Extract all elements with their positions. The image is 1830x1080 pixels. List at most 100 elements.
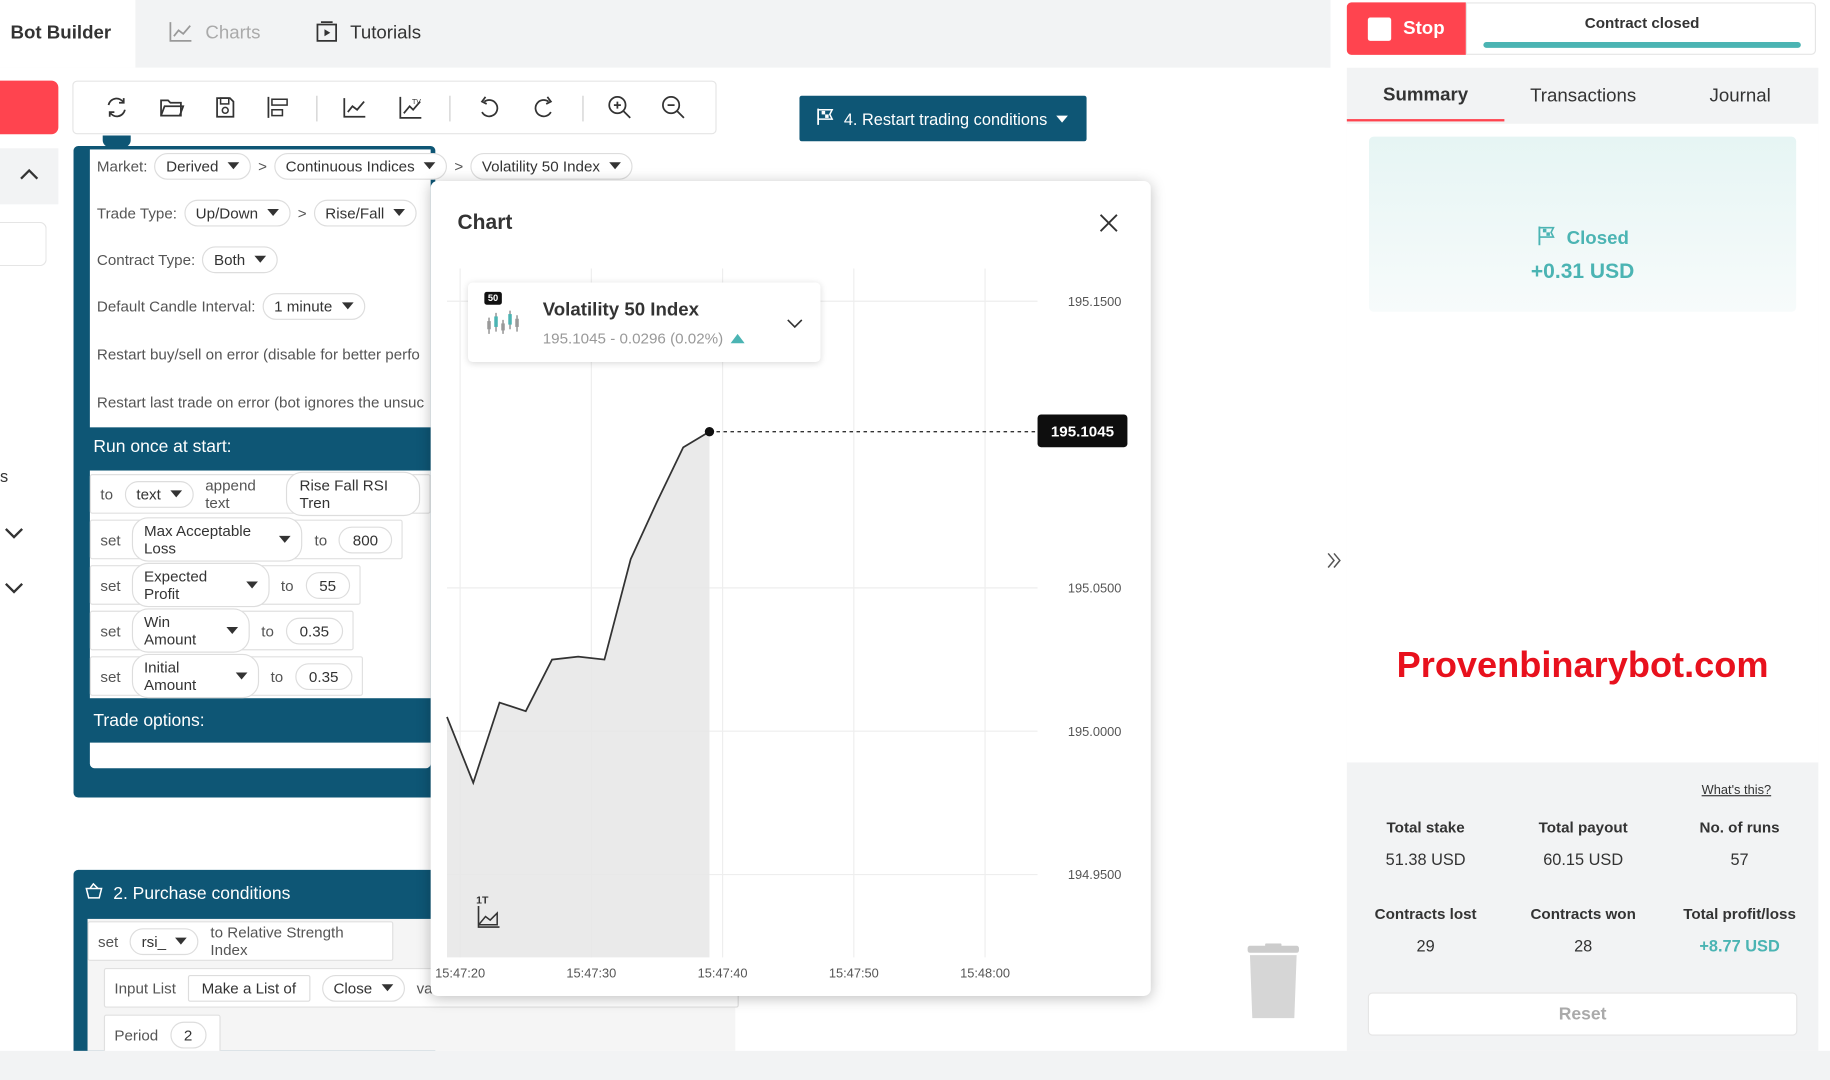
trash-can-icon[interactable] [1246,943,1299,1019]
chart-modal-title: Chart [457,210,513,234]
zoom-in-icon[interactable] [605,92,635,122]
dropdown-value: Both [213,250,246,268]
trade-type-dropdown[interactable]: Up/Down [184,199,291,226]
number-field[interactable]: 55 [305,571,351,599]
tab-bot-builder[interactable]: Bot Builder [0,0,136,68]
number-field[interactable]: 0.35 [285,617,344,644]
tab-label: Charts [205,23,261,44]
keyword: set [100,576,121,594]
close-icon[interactable] [1097,211,1120,240]
field-value: 0.35 [308,667,339,685]
save-icon[interactable] [210,92,240,122]
price-source-dropdown[interactable]: Close [321,974,405,1002]
zoom-out-icon[interactable] [658,92,688,122]
variable-dropdown[interactable]: Initial Amount [132,653,259,699]
double-chevron-right-icon[interactable] [1326,551,1342,576]
x-tick-label: 15:47:20 [435,965,485,980]
sort-blocks-icon[interactable] [263,92,293,122]
make-list-block[interactable]: Make a List of [187,974,311,1002]
caret-down-icon [245,581,258,589]
set-rsi-block[interactable]: set rsi_ to Relative Strength Index [87,921,394,961]
candle-interval-dropdown[interactable]: 1 minute [262,292,365,320]
redo-icon[interactable] [529,92,559,122]
toggle-toolbox-button[interactable] [0,80,59,135]
symbol-name: Volatility 50 Index [542,300,700,320]
undo-icon[interactable] [474,92,504,122]
candlestick-icon [484,306,526,345]
tab-label: Transactions [1530,86,1637,107]
tab-transactions[interactable]: Transactions [1504,72,1662,121]
market-dropdown[interactable]: Derived [154,152,252,180]
field-value: 55 [319,576,337,594]
restart-trading-conditions-button[interactable]: 4. Restart trading conditions [799,95,1087,142]
period-field[interactable]: 2 [169,1021,207,1048]
candle-interval-row: Default Candle Interval: 1 minute [90,285,365,327]
caret-down-icon [609,162,622,170]
reset-button[interactable]: Reset [1367,992,1798,1036]
collapse-flyout-button[interactable] [0,148,59,205]
last-tick-marker [704,426,715,437]
restart-last-trade-row[interactable]: Restart last trade on error (bot ignores… [90,381,424,423]
toolbox-search[interactable] [0,221,47,267]
chart-interval-button[interactable]: 1T [473,894,508,934]
trading-view-icon[interactable]: TV [396,92,426,122]
caret-down-icon [254,255,267,263]
variable-dropdown[interactable]: rsi_ [129,927,199,955]
dropdown-value: Max Acceptable Loss [143,521,252,557]
contract-type-dropdown[interactable]: Both [202,245,278,273]
submarket-dropdown[interactable]: Continuous Indices [273,152,448,180]
run-once-heading: Run once at start: [93,436,232,457]
dropdown-value: Rise/Fall [325,203,385,222]
variable-dropdown[interactable]: Win Amount [132,608,250,653]
last-contract-card[interactable]: Closed +0.31 USD [1369,136,1797,312]
dropdown-value: Derived [166,157,219,175]
stat-value: 51.38 USD [1385,850,1466,869]
stat-contracts-won: Contracts won 28 [1504,905,1662,955]
dropdown-value: Initial Amount [143,658,197,694]
play-tutorial-icon [315,19,338,48]
stat-runs: No. of runs 57 [1661,818,1819,868]
open-folder-icon[interactable] [156,92,186,122]
chevron-down-icon[interactable] [4,579,25,600]
stat-total-stake: Total stake 51.38 USD [1347,818,1505,868]
chevron-down-icon[interactable] [4,524,25,545]
chevron-down-icon[interactable] [787,314,803,335]
reset-icon[interactable] [102,92,132,122]
dropdown-value: Win Amount [143,612,197,649]
dropdown-value: rsi_ [141,932,167,950]
tab-tutorials[interactable]: Tutorials [315,0,421,68]
x-tick-label: 15:47:40 [698,965,748,980]
tab-charts[interactable]: Charts [168,0,260,68]
toolbar-divider [582,95,584,122]
tab-summary[interactable]: Summary [1346,72,1505,122]
caret-down-icon [393,209,406,217]
period-block[interactable]: Period 2 [103,1014,221,1055]
whats-this-link[interactable]: What's this? [1702,783,1772,797]
tab-journal[interactable]: Journal [1662,72,1818,121]
set-variable-block[interactable]: set Win Amount to 0.35 [89,608,354,653]
set-variable-block[interactable]: set Initial Amount to 0.35 [89,653,363,699]
chart-icon[interactable] [340,92,370,122]
breadcrumb-arrow: > [297,203,307,222]
x-tick-label: 15:48:00 [960,965,1010,980]
number-field[interactable]: 800 [338,526,393,553]
variable-dropdown[interactable]: Expected Profit [132,562,270,608]
variable-dropdown[interactable]: Max Acceptable Loss [132,517,303,562]
symbol-dropdown[interactable]: Volatility 50 Index [470,152,633,180]
variable-dropdown[interactable]: text [124,480,194,508]
keyword: set [100,621,121,640]
number-field[interactable]: 0.35 [294,662,353,690]
stat-total-payout: Total payout 60.15 USD [1504,818,1662,868]
set-variable-block[interactable]: set Max Acceptable Loss to 800 [89,517,403,562]
stat-value: +8.77 USD [1699,936,1780,956]
trade-subtype-dropdown[interactable]: Rise/Fall [313,199,418,226]
keyword: set [98,932,119,950]
text-value-field[interactable]: Rise Fall RSI Tren [285,471,421,517]
restart-on-error-row[interactable]: Restart buy/sell on error (disable for b… [90,333,420,375]
symbol-info-card[interactable]: 50 Volatility 50 Index 195.1045 - 0.0296… [468,282,821,362]
set-variable-block[interactable]: set Expected Profit to 55 [89,562,361,608]
stop-button[interactable]: Stop [1346,2,1466,55]
append-text-block[interactable]: to text append text Rise Fall RSI Tren [89,471,431,517]
market-label: Market: [96,157,148,175]
current-price-tag: 195.1045 [1037,414,1128,448]
